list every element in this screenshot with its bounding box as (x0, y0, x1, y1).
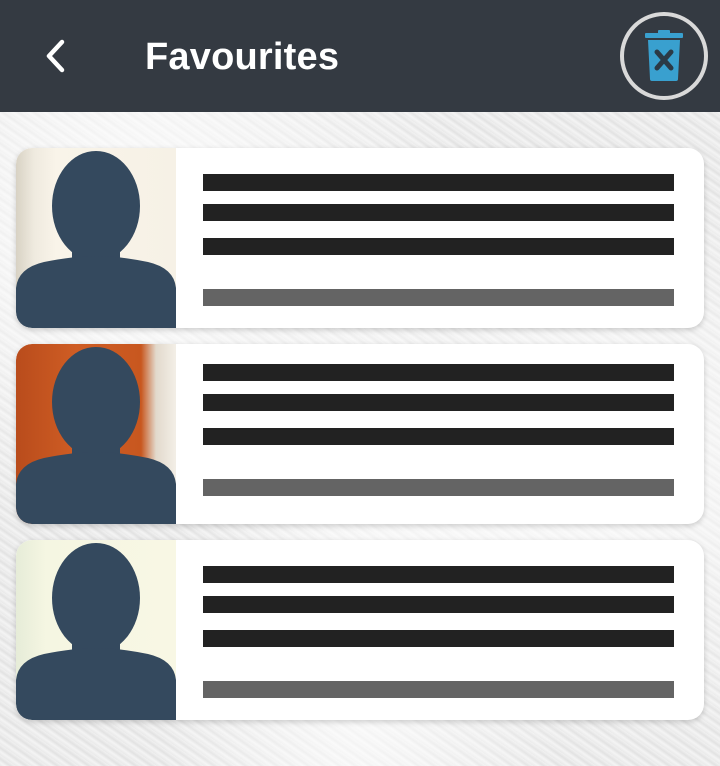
avatar (16, 344, 176, 524)
favourite-text (203, 174, 674, 306)
avatar (16, 540, 176, 720)
trash-x-icon (645, 30, 683, 81)
redacted-title-line (203, 596, 674, 613)
favourite-text (203, 566, 674, 698)
redacted-meta-line (203, 289, 674, 306)
person-placeholder-icon (16, 347, 176, 524)
person-placeholder-icon (16, 151, 176, 328)
chevron-left-icon (46, 39, 65, 73)
redacted-title-line (203, 394, 674, 411)
person-placeholder-icon (16, 543, 176, 720)
redacted-title-line (203, 238, 674, 255)
redacted-title-line (203, 630, 674, 647)
favourite-card[interactable] (16, 148, 704, 328)
back-button[interactable] (28, 28, 84, 84)
redacted-title-line (203, 566, 674, 583)
avatar (16, 148, 176, 328)
favourite-text (203, 364, 674, 496)
redacted-title-line (203, 364, 674, 381)
redacted-title-line (203, 174, 674, 191)
redacted-title-line (203, 428, 674, 445)
page-title: Favourites (145, 36, 340, 78)
redacted-meta-line (203, 681, 674, 698)
redacted-title-line (203, 204, 674, 221)
favourite-card[interactable] (16, 540, 704, 720)
delete-all-button[interactable] (620, 12, 708, 100)
redacted-meta-line (203, 479, 674, 496)
app-bar: Favourites (0, 0, 720, 112)
favourite-card[interactable] (16, 344, 704, 524)
